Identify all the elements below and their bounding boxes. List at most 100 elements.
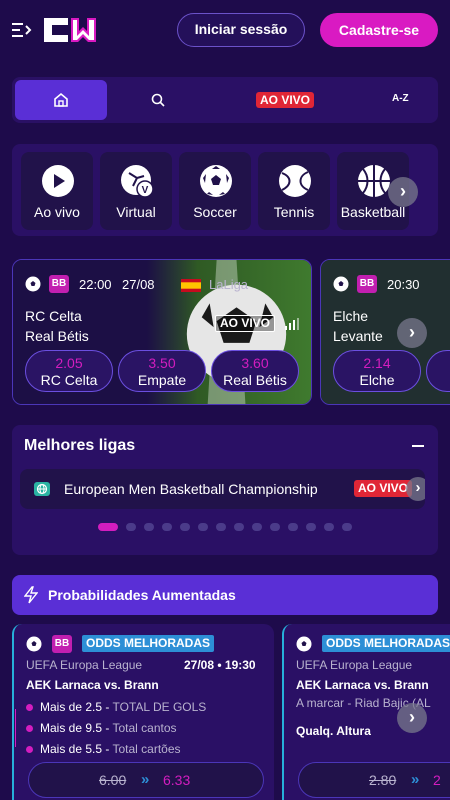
old-odd: 6.00 — [99, 772, 127, 788]
sport-label: Ao vivo — [34, 204, 80, 220]
tab-home[interactable] — [15, 80, 107, 120]
event-time: 20:30 — [387, 277, 420, 292]
home-team: Elche — [333, 308, 369, 324]
soccer-icon — [25, 276, 41, 292]
event-teams: RC Celta Real Bétis — [25, 306, 89, 346]
odd-value: 2.05 — [55, 355, 83, 371]
double-chevron-icon: » — [141, 771, 150, 788]
sport-item-soccer[interactable]: Soccer — [179, 152, 251, 230]
bb-badge: BB — [52, 635, 72, 653]
best-leagues-panel: Melhores ligas European Men Basketball C… — [12, 425, 438, 555]
league-name: UEFA Europa League — [26, 658, 143, 672]
login-button[interactable]: Iniciar sessão — [177, 13, 305, 47]
odd-name: Elche — [359, 372, 395, 388]
event-card[interactable]: BB 20:30 Elche Levante 2.14 Elche — [320, 259, 450, 405]
sport-item-virtual[interactable]: V Virtual — [100, 152, 172, 230]
sport-label: Tennis — [273, 204, 315, 220]
boosted-odd-button[interactable]: 6.00 » 6.33 — [28, 762, 264, 798]
carousel-dot[interactable] — [98, 523, 118, 531]
selection-dot — [26, 725, 33, 732]
virtual-icon: V — [121, 165, 154, 198]
live-badge: AO VIVO — [215, 315, 276, 332]
soccer-icon — [26, 636, 42, 652]
boosted-odds-header[interactable]: Probabilidades Aumentadas — [12, 575, 438, 615]
tab-live[interactable]: AO VIVO — [256, 92, 315, 108]
boosted-odd-button[interactable]: 2.80 » 2 — [298, 762, 450, 798]
event-card[interactable]: BB 22:00 27/08 LaLiga RC Celta Real Béti… — [12, 259, 312, 405]
globe-icon — [34, 482, 50, 496]
selection-market: Total cantos — [112, 721, 177, 735]
nav-bar: AO VIVO A-Z — [12, 77, 438, 123]
boost-next-button[interactable]: › — [397, 703, 427, 733]
carousel-dot[interactable] — [162, 523, 172, 531]
sports-next-button[interactable]: › — [388, 177, 418, 207]
soccer-icon — [333, 276, 349, 292]
carousel-dot[interactable] — [342, 523, 352, 531]
signup-button[interactable]: Cadastre-se — [320, 13, 438, 47]
section-title: Probabilidades Aumentadas — [48, 587, 236, 603]
odd-name: RC Celta — [40, 372, 98, 388]
odd-button[interactable]: 2.05 RC Celta — [25, 350, 113, 392]
boost-card[interactable]: BB ODDS MELHORADAS UEFA Europa League 27… — [12, 624, 274, 800]
menu-collapse-icon[interactable] — [12, 20, 32, 40]
carousel-dot[interactable] — [306, 523, 316, 531]
odd-button[interactable]: 2.14 Elche — [333, 350, 421, 392]
boosted-tag: ODDS MELHORADAS — [322, 635, 450, 652]
carousel-dot[interactable] — [180, 523, 190, 531]
league-name: UEFA Europa League — [296, 658, 413, 672]
odd-button[interactable]: 3.60 Real Bétis — [211, 350, 299, 392]
away-team: Levante — [333, 328, 383, 344]
collapse-icon[interactable] — [412, 445, 424, 447]
match-name: AEK Larnaca vs. Brann — [296, 678, 429, 692]
lightning-icon — [24, 586, 38, 604]
section-title: Melhores ligas — [24, 437, 136, 454]
odd-button[interactable]: 3.50 Empate — [118, 350, 206, 392]
league-item[interactable]: European Men Basketball Championship AO … — [20, 469, 425, 509]
selection-pick: Mais de 9.5 — [40, 721, 103, 735]
boosted-tag: ODDS MELHORADAS — [82, 635, 215, 652]
carousel-dot[interactable] — [126, 523, 136, 531]
sports-carousel: Ao vivo V Virtual Soccer Tennis Basketba… — [12, 144, 438, 236]
play-icon — [42, 165, 74, 197]
double-chevron-icon: » — [411, 771, 420, 788]
leagues-next-button[interactable]: › — [406, 477, 425, 501]
selection-text: Qualq. Altura — [296, 724, 371, 738]
spain-flag-icon — [181, 279, 201, 292]
event-time: 22:00 — [79, 277, 112, 292]
home-team: RC Celta — [25, 308, 82, 324]
carousel-dot[interactable] — [252, 523, 262, 531]
bb-badge: BB — [357, 275, 377, 293]
odd-value: 2.14 — [363, 355, 391, 371]
selection-dot — [26, 704, 33, 711]
odd-name: Empate — [137, 372, 187, 388]
carousel-dot[interactable] — [270, 523, 280, 531]
home-icon — [54, 92, 68, 107]
carousel-dot[interactable] — [144, 523, 154, 531]
carousel-dot[interactable] — [216, 523, 226, 531]
carousel-dot[interactable] — [288, 523, 298, 531]
odd-value: 3.60 — [241, 355, 269, 371]
bb-badge: BB — [49, 275, 69, 293]
live-badge: AO VIVO — [354, 480, 413, 497]
logo[interactable] — [42, 16, 98, 44]
selection-market: TOTAL DE GOLS — [112, 700, 207, 714]
selection-pick: Mais de 2.5 — [40, 700, 103, 714]
selection-connector — [15, 709, 16, 747]
selection-market: Total cartões — [112, 742, 181, 756]
carousel-dot[interactable] — [324, 523, 334, 531]
events-next-button[interactable]: › — [397, 318, 427, 348]
old-odd: 2.80 — [369, 772, 397, 788]
carousel-dot[interactable] — [198, 523, 208, 531]
odd-value: 3.50 — [148, 355, 176, 371]
tab-search[interactable] — [112, 80, 204, 120]
tab-az[interactable]: A-Z — [392, 93, 409, 104]
match-name: AEK Larnaca vs. Brann — [26, 678, 159, 692]
header: Iniciar sessão Cadastre-se — [0, 0, 450, 60]
sport-item-live[interactable]: Ao vivo — [21, 152, 93, 230]
league-item-name: European Men Basketball Championship — [64, 481, 318, 497]
soccer-icon — [200, 165, 232, 197]
sport-item-tennis[interactable]: Tennis — [258, 152, 330, 230]
event-teams: Elche Levante — [333, 306, 383, 346]
carousel-dot[interactable] — [234, 523, 244, 531]
selection-dot — [26, 746, 33, 753]
